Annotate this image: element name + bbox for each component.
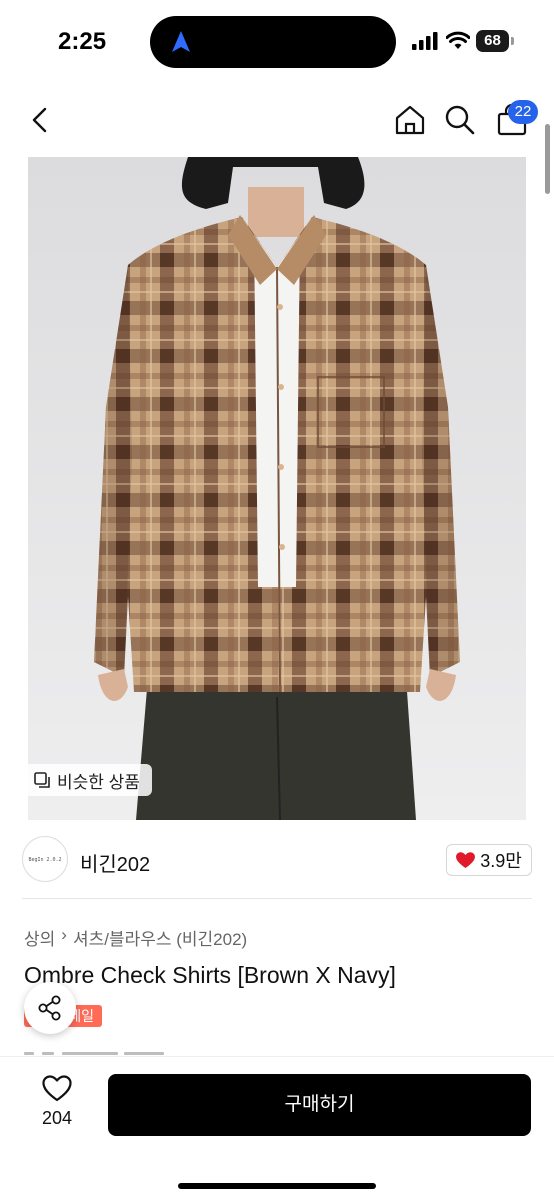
battery-icon: 68 [476,30,514,52]
wifi-icon [446,31,470,49]
product-photo [28,157,526,820]
navigation-arrow-icon [172,31,190,52]
similar-products-button[interactable]: 비슷한 상품 [24,764,152,796]
heart-filled-icon [456,851,476,868]
seller-like-count: 3.9만 [480,851,522,871]
cellular-signal-icon [412,32,438,50]
status-bar: 2:25 68 [0,0,554,84]
home-indicator [178,1183,376,1189]
seller-name[interactable]: 비긴202 [80,848,150,877]
breadcrumb: 상의 › 셔츠/블라우스 (비긴202) [24,925,247,950]
home-icon[interactable] [392,102,428,138]
chevron-left-icon[interactable] [24,102,56,138]
battery-level: 68 [484,32,501,49]
wishlist-count: 204 [41,1108,73,1128]
seller-like-button[interactable]: 3.9만 [446,844,532,876]
divider [22,898,532,899]
share-button[interactable] [24,982,76,1034]
cart-count-badge: 22 [508,100,538,124]
similar-products-label: 비슷한 상품 [57,772,140,792]
wishlist-button[interactable]: 204 [30,1075,84,1135]
bottom-action-bar: 204 구매하기 [0,1056,554,1200]
breadcrumb-item[interactable]: 상의 [24,925,55,950]
product-image[interactable] [28,157,526,820]
heart-outline-icon [42,1075,72,1102]
search-icon[interactable] [442,102,478,138]
seller-row: BegIn 2.0.2 비긴202 3.9만 [22,836,534,884]
breadcrumb-item[interactable]: 셔츠/블라우스 (비긴202) [73,925,247,950]
chevron-right-icon: › [61,925,67,944]
top-navigation [0,90,554,150]
dynamic-island [150,16,396,68]
seller-logo[interactable]: BegIn 2.0.2 [22,836,68,882]
product-title: Ombre Check Shirts [Brown X Navy] [24,962,396,988]
scrollbar[interactable] [545,124,550,194]
copy-icon [34,771,50,788]
share-icon [38,995,61,1021]
buy-button[interactable]: 구매하기 [108,1074,531,1136]
status-time: 2:25 [58,28,107,55]
